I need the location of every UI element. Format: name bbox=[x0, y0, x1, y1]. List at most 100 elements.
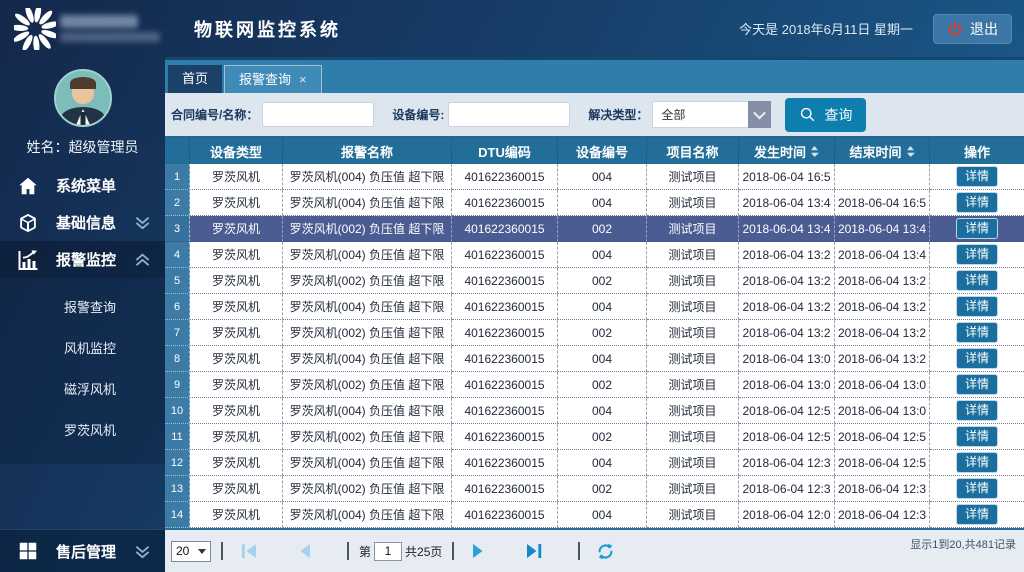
solve-type-select[interactable]: 全部 bbox=[652, 101, 771, 128]
table-row[interactable]: 8罗茨风机罗茨风机(004) 负压值 超下限401622360015004测试项… bbox=[165, 346, 1024, 372]
first-page-icon bbox=[239, 543, 259, 559]
cell-end: 2018-06-04 12:5 bbox=[835, 424, 930, 450]
home-icon bbox=[16, 174, 40, 198]
detail-button[interactable]: 详情 bbox=[956, 296, 998, 316]
cell-devno: 004 bbox=[558, 190, 647, 216]
sidebar-item-label: 售后管理 bbox=[56, 541, 116, 562]
sidebar-item-alarm-monitor[interactable]: 报警监控 bbox=[0, 241, 165, 278]
detail-button[interactable]: 详情 bbox=[956, 218, 998, 238]
table-row[interactable]: 6罗茨风机罗茨风机(004) 负压值 超下限401622360015004测试项… bbox=[165, 294, 1024, 320]
sidebar-subitem[interactable]: 报警查询 bbox=[0, 286, 165, 327]
detail-button[interactable]: 详情 bbox=[956, 426, 998, 446]
dropdown-arrow-icon[interactable] bbox=[748, 101, 771, 128]
cell-action: 详情 bbox=[930, 424, 1024, 450]
cell-devno: 002 bbox=[558, 424, 647, 450]
last-page-button[interactable] bbox=[518, 541, 550, 561]
sort-icon[interactable] bbox=[906, 145, 915, 158]
sidebar-item-label: 报警监控 bbox=[56, 249, 116, 270]
next-page-button[interactable] bbox=[464, 541, 492, 561]
detail-button[interactable]: 详情 bbox=[956, 478, 998, 498]
table-row[interactable]: 3罗茨风机罗茨风机(002) 负压值 超下限401622360015002测试项… bbox=[165, 216, 1024, 242]
cell-dtu: 401622360015 bbox=[452, 216, 558, 242]
detail-button[interactable]: 详情 bbox=[956, 400, 998, 420]
table-row[interactable]: 1罗茨风机罗茨风机(004) 负压值 超下限401622360015004测试项… bbox=[165, 164, 1024, 190]
starburst-logo-icon bbox=[14, 8, 56, 50]
cell-row-number: 7 bbox=[165, 320, 190, 346]
detail-button[interactable]: 详情 bbox=[956, 192, 998, 212]
refresh-button[interactable] bbox=[590, 540, 621, 563]
detail-button[interactable]: 详情 bbox=[956, 348, 998, 368]
cell-devno: 002 bbox=[558, 320, 647, 346]
cell-start: 2018-06-04 13:0 bbox=[739, 346, 835, 372]
table-row[interactable]: 2罗茨风机罗茨风机(004) 负压值 超下限401622360015004测试项… bbox=[165, 190, 1024, 216]
sidebar-subitem[interactable]: 罗茨风机 bbox=[0, 409, 165, 450]
cell-action: 详情 bbox=[930, 398, 1024, 424]
sidebar-item-label: 基础信息 bbox=[56, 212, 116, 233]
cell-dtu: 401622360015 bbox=[452, 450, 558, 476]
cell-end: 2018-06-04 13:0 bbox=[835, 398, 930, 424]
table-row[interactable]: 13罗茨风机罗茨风机(002) 负压值 超下限401622360015002测试… bbox=[165, 476, 1024, 502]
cell-project: 测试项目 bbox=[647, 320, 739, 346]
sort-icon[interactable] bbox=[810, 145, 819, 158]
table-row[interactable]: 4罗茨风机罗茨风机(004) 负压值 超下限401622360015004测试项… bbox=[165, 242, 1024, 268]
cell-devno: 004 bbox=[558, 346, 647, 372]
last-page-icon bbox=[524, 543, 544, 559]
cell-end: 2018-06-04 13:4 bbox=[835, 216, 930, 242]
cell-row-number: 8 bbox=[165, 346, 190, 372]
table-row[interactable]: 7罗茨风机罗茨风机(002) 负压值 超下限401622360015002测试项… bbox=[165, 320, 1024, 346]
cell-type: 罗茨风机 bbox=[190, 398, 283, 424]
cell-type: 罗茨风机 bbox=[190, 190, 283, 216]
cell-row-number: 9 bbox=[165, 372, 190, 398]
table-row[interactable]: 14罗茨风机罗茨风机(004) 负压值 超下限401622360015004测试… bbox=[165, 502, 1024, 528]
device-no-input[interactable] bbox=[448, 102, 570, 127]
detail-button[interactable]: 详情 bbox=[956, 322, 998, 342]
cell-row-number: 11 bbox=[165, 424, 190, 450]
tab-inactive[interactable]: 首页 bbox=[168, 65, 222, 93]
detail-button[interactable]: 详情 bbox=[956, 374, 998, 394]
cell-type: 罗茨风机 bbox=[190, 216, 283, 242]
header-start[interactable]: 发生时间 bbox=[739, 138, 835, 164]
detail-button[interactable]: 详情 bbox=[956, 166, 998, 186]
tab-active[interactable]: 报警查询× bbox=[224, 65, 322, 93]
sidebar-subitem[interactable]: 磁浮风机 bbox=[0, 368, 165, 409]
detail-button[interactable]: 详情 bbox=[956, 270, 998, 290]
prev-page-button[interactable] bbox=[291, 541, 319, 561]
cell-alarm: 罗茨风机(002) 负压值 超下限 bbox=[283, 320, 452, 346]
cell-project: 测试项目 bbox=[647, 164, 739, 190]
alarm-table: 设备类型报警名称DTU编码设备编号项目名称发生时间结束时间操作 1罗茨风机罗茨风… bbox=[165, 138, 1024, 528]
cell-dtu: 401622360015 bbox=[452, 424, 558, 450]
header-project: 项目名称 bbox=[647, 138, 739, 164]
table-row[interactable]: 12罗茨风机罗茨风机(004) 负压值 超下限401622360015004测试… bbox=[165, 450, 1024, 476]
cell-alarm: 罗茨风机(004) 负压值 超下限 bbox=[283, 242, 452, 268]
column-label: 设备编号 bbox=[576, 142, 628, 161]
cell-type: 罗茨风机 bbox=[190, 294, 283, 320]
tab-close-icon[interactable]: × bbox=[299, 73, 307, 86]
column-label: 结束时间 bbox=[849, 142, 901, 161]
cell-devno: 002 bbox=[558, 476, 647, 502]
detail-button[interactable]: 详情 bbox=[956, 452, 998, 472]
table-row[interactable]: 9罗茨风机罗茨风机(002) 负压值 超下限401622360015002测试项… bbox=[165, 372, 1024, 398]
table-row[interactable]: 5罗茨风机罗茨风机(002) 负压值 超下限401622360015002测试项… bbox=[165, 268, 1024, 294]
contract-input[interactable] bbox=[262, 102, 374, 127]
header-end[interactable]: 结束时间 bbox=[835, 138, 930, 164]
detail-button[interactable]: 详情 bbox=[956, 504, 998, 524]
detail-button[interactable]: 详情 bbox=[956, 244, 998, 264]
sidebar-subitem[interactable]: 风机监控 bbox=[0, 327, 165, 368]
cell-action: 详情 bbox=[930, 268, 1024, 294]
query-button-label: 查询 bbox=[824, 105, 852, 125]
table-row[interactable]: 10罗茨风机罗茨风机(004) 负压值 超下限401622360015004测试… bbox=[165, 398, 1024, 424]
cell-type: 罗茨风机 bbox=[190, 502, 283, 528]
sidebar-item-system-menu[interactable]: 系统菜单 bbox=[0, 167, 165, 204]
page-size-select[interactable]: 20 bbox=[171, 541, 211, 562]
table-row[interactable]: 11罗茨风机罗茨风机(002) 负压值 超下限401622360015002测试… bbox=[165, 424, 1024, 450]
cell-end: 2018-06-04 13:0 bbox=[835, 372, 930, 398]
sidebar-item-basic-info[interactable]: 基础信息 bbox=[0, 204, 165, 241]
power-icon bbox=[947, 21, 963, 37]
query-button[interactable]: 查询 bbox=[785, 98, 866, 132]
logout-button[interactable]: 退出 bbox=[933, 14, 1012, 44]
sidebar-item-after-sales[interactable]: 售后管理 bbox=[0, 530, 165, 572]
cell-project: 测试项目 bbox=[647, 346, 739, 372]
page-number-input[interactable] bbox=[374, 542, 402, 561]
first-page-button[interactable] bbox=[233, 541, 265, 561]
total-pages-label: 共25页 bbox=[405, 543, 442, 560]
